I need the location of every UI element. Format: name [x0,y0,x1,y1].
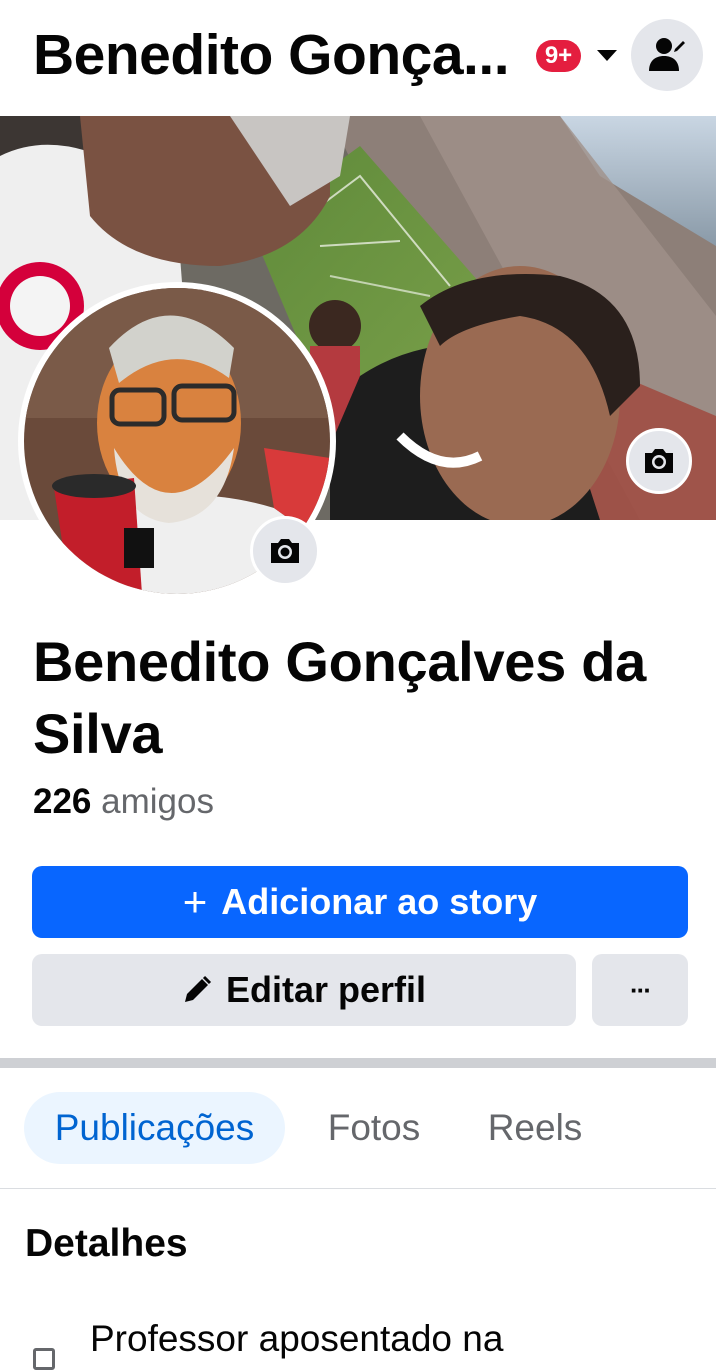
page-title: Benedito Gonça... [33,23,510,87]
more-icon: ··· [630,974,652,1005]
briefcase-icon [33,1348,55,1370]
add-to-story-label: Adicionar ao story [221,881,538,922]
notification-badge[interactable]: 9+ [536,40,581,72]
tab-reels[interactable]: Reels [468,1092,602,1164]
add-to-story-button[interactable]: + Adicionar ao story [32,866,688,938]
friends-number: 226 [33,782,92,821]
tab-fotos[interactable]: Fotos [310,1092,438,1164]
profile-name: Benedito Gonçalves da Silva [33,630,646,765]
edit-cover-button[interactable] [626,428,692,494]
camera-icon [645,449,673,473]
more-options-button[interactable]: ··· [592,954,688,1026]
tab-publicacoes[interactable]: Publicações [24,1092,285,1164]
profile-switch-icon [649,38,685,71]
friends-count[interactable]: 226 amigos [33,782,214,822]
tabs-divider [0,1188,716,1189]
plus-icon: + [182,878,208,925]
camera-icon [271,539,299,563]
edit-profile-button[interactable]: Editar perfil [32,954,576,1026]
section-divider [0,1058,716,1068]
profile-switch-button[interactable] [631,19,703,91]
friends-label: amigos [101,782,214,821]
chevron-down-icon[interactable] [597,50,617,61]
edit-profile-label: Editar perfil [225,969,427,1010]
edit-profile-picture-button[interactable] [250,516,320,586]
details-heading: Detalhes [25,1222,188,1265]
pencil-icon [182,975,212,1005]
detail-work-text: Professor aposentado na [90,1318,504,1359]
top-bar: Benedito Gonça... 9+ [0,0,716,116]
